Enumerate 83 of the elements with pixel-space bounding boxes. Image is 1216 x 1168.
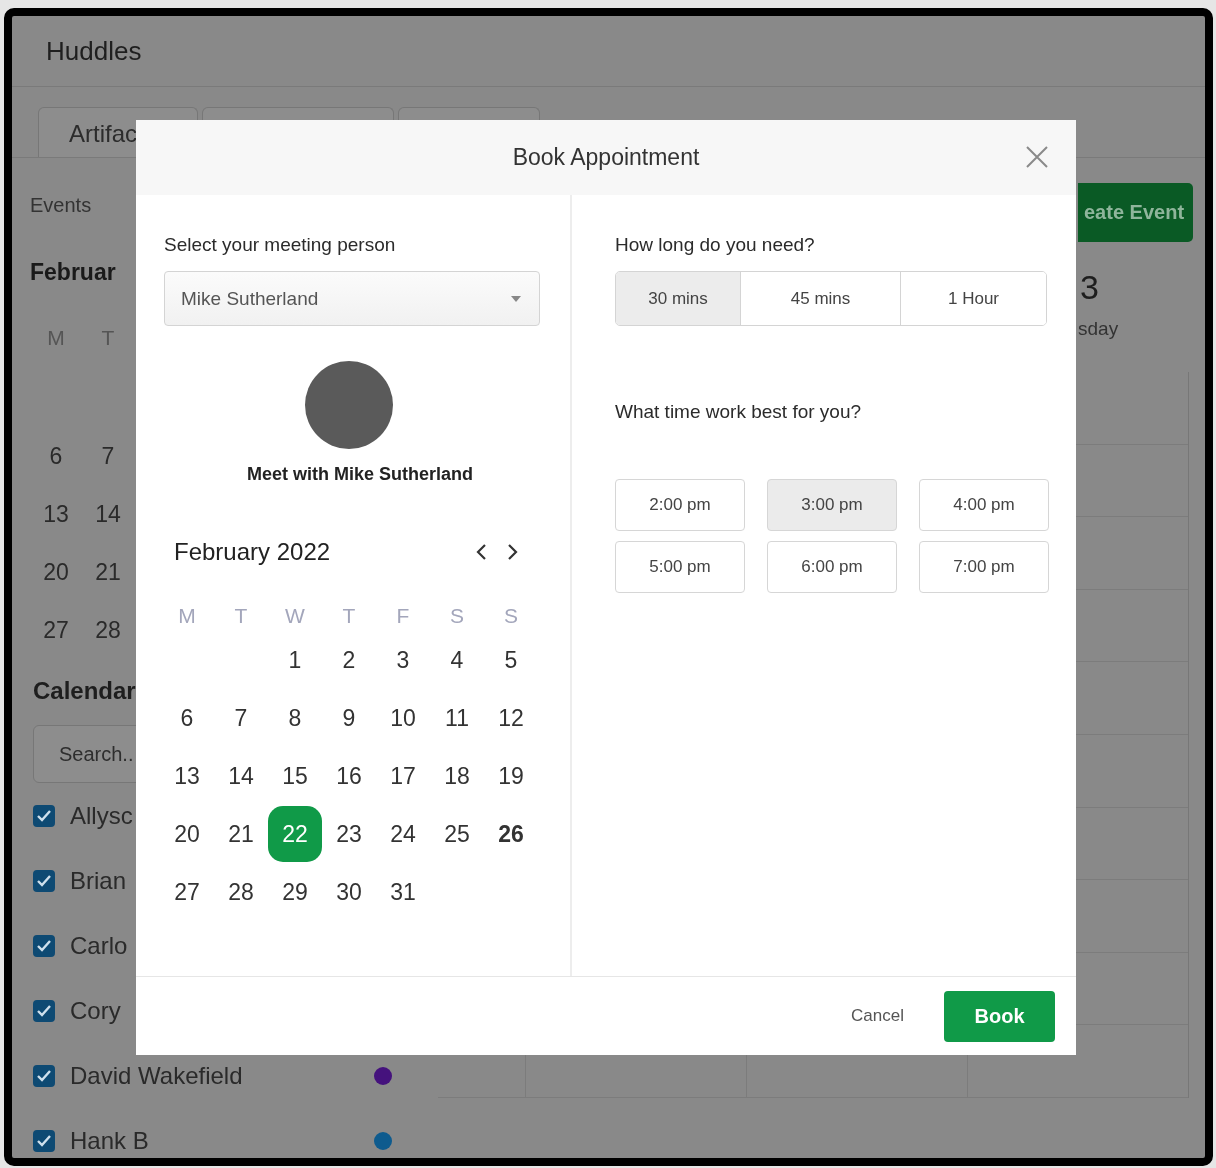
checkbox[interactable] [33,1064,55,1087]
calendar-day[interactable]: 12 [484,690,538,746]
calendar-name: Carlo [70,931,128,960]
create-event-button[interactable]: eate Event [1078,183,1193,242]
time-slot[interactable]: 5:00 pm [615,541,745,593]
calendar-day[interactable]: 4 [430,632,484,688]
calendar-day[interactable]: 6 [30,427,82,485]
calendar-day[interactable]: 13 [160,748,214,804]
calendar-day[interactable]: 19 [484,748,538,804]
calendar-day[interactable]: 10 [376,690,430,746]
checkbox[interactable] [33,1129,55,1152]
calendar-day[interactable]: 28 [214,864,268,920]
person-dropdown[interactable]: Mike Sutherland [164,271,540,326]
close-icon[interactable] [1025,145,1049,169]
time-slot[interactable]: 6:00 pm [767,541,897,593]
calendar-day[interactable]: 14 [214,748,268,804]
caret-icon [511,295,521,302]
weekday-label: W [284,603,306,629]
calendar-day[interactable]: 11 [430,690,484,746]
calendar-day[interactable]: 6 [160,690,214,746]
calendar-day[interactable]: 25 [430,806,484,862]
weekday-label: S [449,603,465,629]
weekday-label: S [503,603,519,629]
calendar-day[interactable]: 13 [30,485,82,543]
checkbox[interactable] [33,934,55,957]
calendar-name: David Wakefield [70,1061,243,1090]
time-slot[interactable]: 3:00 pm [767,479,897,531]
day-number: 3 [1080,268,1099,307]
calendar-day[interactable]: 27 [30,601,82,659]
calendar-day[interactable]: 1 [268,632,322,688]
calendar-day[interactable]: 7 [214,690,268,746]
calendar-day[interactable]: 2 [322,632,376,688]
calendar-month: February 2022 [174,538,331,566]
time-slot[interactable]: 2:00 pm [615,479,745,531]
calendar-day[interactable]: 21 [214,806,268,862]
calendar-day[interactable]: 17 [376,748,430,804]
book-button[interactable]: Book [944,990,1055,1042]
weekday-label: T [341,603,357,629]
calendar-day[interactable]: 14 [82,485,134,543]
calendar-day[interactable]: 26 [484,806,538,862]
time-slot[interactable]: 7:00 pm [919,541,1049,593]
checkbox[interactable] [33,999,55,1022]
meet-with-text: Meet with Mike Sutherland [246,463,474,485]
cancel-button[interactable]: Cancel [851,1006,904,1026]
calendar-day[interactable]: 23 [322,806,376,862]
calendar-day[interactable]: 9 [322,690,376,746]
checkbox[interactable] [33,869,55,892]
calendar-day[interactable]: 7 [82,427,134,485]
calendar-day[interactable]: 24 [376,806,430,862]
calendar-day[interactable]: 15 [268,748,322,804]
dialog-title: Book Appointment [512,144,700,171]
duration-option[interactable]: 30 mins [616,272,742,325]
calendar-day[interactable]: 20 [30,543,82,601]
calendar-name: Cory [70,996,121,1025]
calendars-title: Calendar [33,676,136,706]
calendar-day[interactable]: 5 [484,632,538,688]
calendar-name: Brian [70,866,127,895]
weekday-label: T [233,603,249,629]
field-label: How long do you need? [615,233,816,257]
weekday-label: F [395,603,411,629]
calendar-day[interactable]: 22 [268,806,322,862]
calendar-day[interactable]: 16 [322,748,376,804]
calendar-day[interactable]: 31 [376,864,430,920]
calendar-day[interactable]: 27 [160,864,214,920]
month-title: Februar [30,258,116,287]
calendar-day[interactable]: 28 [82,601,134,659]
section-label: Events [30,193,92,218]
calendar-name: Hank B [70,1126,149,1155]
app-title: Huddles [46,35,142,67]
calendar-day[interactable]: 18 [430,748,484,804]
calendar-day[interactable]: 29 [268,864,322,920]
day-name: sday [1078,318,1119,340]
calendar-day[interactable]: 21 [82,543,134,601]
weekday-label: M [177,603,197,629]
calendar-day[interactable]: 3 [376,632,430,688]
field-label: What time work best for you? [615,400,863,424]
time-slot[interactable]: 4:00 pm [919,479,1049,531]
calendar-day[interactable]: 20 [160,806,214,862]
calendar-day[interactable]: 8 [268,690,322,746]
field-label: Select your meeting person [164,233,397,257]
calendar-name: Allysc [70,801,133,830]
calendar-day[interactable]: 30 [322,864,376,920]
checkbox[interactable] [33,804,55,827]
